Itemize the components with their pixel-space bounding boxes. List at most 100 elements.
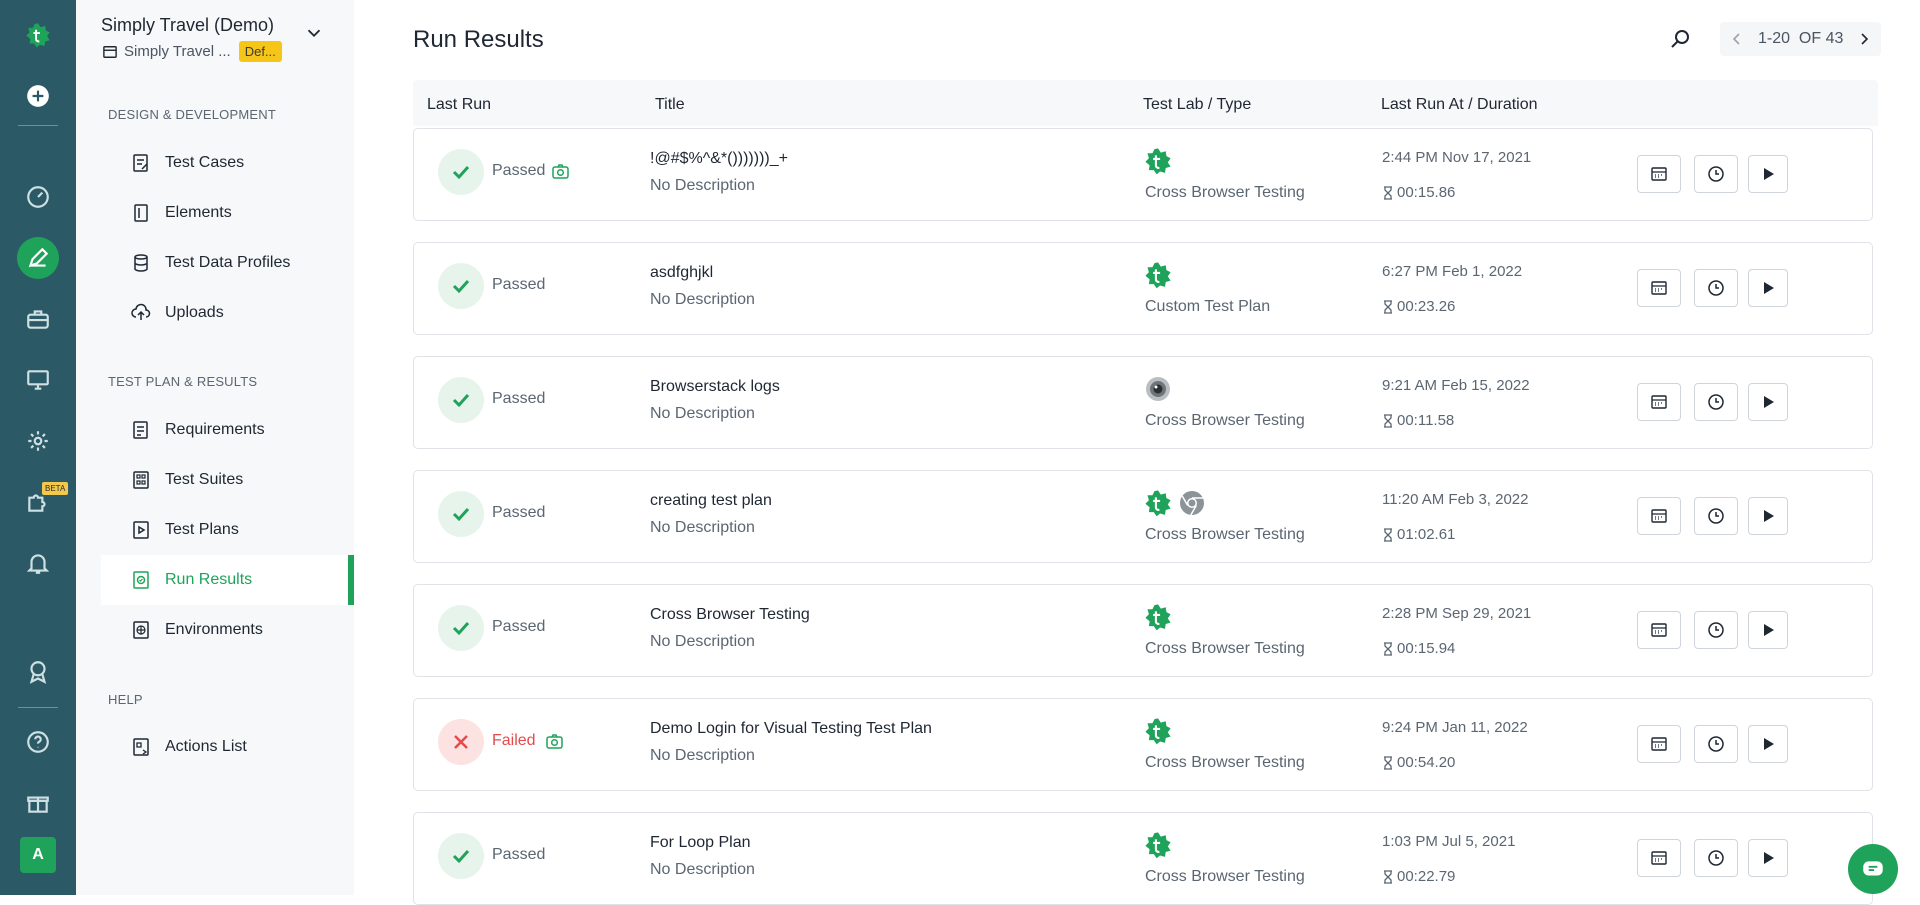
run-button[interactable]	[1748, 611, 1788, 649]
test-suites-icon	[133, 471, 149, 489]
run-button[interactable]	[1748, 725, 1788, 763]
report-icon	[1651, 737, 1667, 751]
view-report-button[interactable]	[1637, 155, 1681, 193]
schedule-button[interactable]	[1694, 611, 1738, 649]
view-report-button[interactable]	[1637, 269, 1681, 307]
chevron-right-icon[interactable]	[1857, 32, 1871, 46]
table-row[interactable]: Passed Browserstack logs No Description …	[413, 356, 1873, 449]
workspace-name[interactable]: Simply Travel (Demo)	[101, 15, 274, 36]
report-icon	[1651, 281, 1667, 295]
passed-check-icon	[438, 263, 484, 309]
status-label: Passed	[492, 162, 546, 179]
user-avatar[interactable]: A	[20, 837, 56, 873]
run-button[interactable]	[1748, 497, 1788, 535]
duration-value: 00:22.79	[1397, 868, 1456, 885]
table-row[interactable]: Passed creating test plan No Description…	[413, 470, 1873, 563]
screenshot-camera-icon[interactable]	[546, 734, 563, 749]
addons-puzzle-icon[interactable]: BETA	[0, 480, 76, 524]
table-row[interactable]: Passed !@#$%^&*()))))))_+ No Description…	[413, 128, 1873, 221]
test-lab-icons	[1144, 831, 1172, 859]
chevron-down-icon[interactable]	[303, 22, 325, 44]
nav-item-test-plans[interactable]: Test Plans	[101, 505, 354, 555]
nav-item-elements[interactable]: Elements	[101, 188, 354, 238]
passed-check-icon	[438, 377, 484, 423]
schedule-button[interactable]	[1694, 725, 1738, 763]
view-report-button[interactable]	[1637, 611, 1681, 649]
last-run-at: 1:03 PM Jul 5, 2021	[1382, 833, 1516, 850]
run-title[interactable]: creating test plan	[650, 492, 772, 510]
last-run-at: 6:27 PM Feb 1, 2022	[1382, 263, 1523, 280]
develop-icon[interactable]	[0, 236, 76, 280]
nav-label: Test Cases	[165, 154, 245, 171]
duration-value: 00:15.94	[1397, 640, 1456, 657]
nav-item-environments[interactable]: Environments	[101, 605, 354, 655]
nav-item-test-suites[interactable]: Test Suites	[101, 455, 354, 505]
run-button[interactable]	[1748, 383, 1788, 421]
briefcase-icon[interactable]	[0, 297, 76, 341]
nav-item-run-results[interactable]: Run Results	[101, 555, 354, 605]
duration-value: 00:54.20	[1397, 754, 1456, 771]
view-report-button[interactable]	[1637, 383, 1681, 421]
schedule-button[interactable]	[1694, 839, 1738, 877]
play-icon	[1764, 168, 1774, 180]
table-row[interactable]: Passed Cross Browser Testing No Descript…	[413, 584, 1873, 677]
report-icon	[1651, 509, 1667, 523]
schedule-button[interactable]	[1694, 497, 1738, 535]
notifications-bell-icon[interactable]	[0, 541, 76, 585]
rail-divider	[18, 125, 58, 126]
nav-item-requirements[interactable]: Requirements	[101, 405, 354, 455]
table-row[interactable]: Passed asdfghjkl No Description Custom T…	[413, 242, 1873, 335]
nav-item-actions-list[interactable]: Actions List	[101, 722, 354, 772]
duration: 00:15.86	[1382, 184, 1455, 201]
play-icon	[1764, 624, 1774, 636]
schedule-button[interactable]	[1694, 269, 1738, 307]
duration-value: 00:11.58	[1397, 412, 1455, 429]
screenshot-camera-icon[interactable]	[552, 164, 569, 179]
settings-gear-icon[interactable]	[0, 419, 76, 463]
view-report-button[interactable]	[1637, 497, 1681, 535]
gift-icon[interactable]	[0, 781, 76, 825]
run-title[interactable]: For Loop Plan	[650, 834, 751, 852]
nav-item-test-data-profiles[interactable]: Test Data Profiles	[101, 238, 354, 288]
dashboard-icon[interactable]	[0, 175, 76, 219]
run-button[interactable]	[1748, 155, 1788, 193]
chevron-left-icon[interactable]	[1730, 32, 1744, 46]
status-label: Passed	[492, 276, 546, 293]
workspace-app[interactable]: Simply Travel ... Def...	[103, 41, 282, 62]
run-title[interactable]: Demo Login for Visual Testing Test Plan	[650, 720, 932, 738]
add-icon[interactable]	[0, 74, 76, 118]
run-button[interactable]	[1748, 839, 1788, 877]
run-button[interactable]	[1748, 269, 1788, 307]
chrome-icon	[1180, 491, 1204, 516]
page-of-label: OF	[1798, 30, 1822, 47]
nav-label: Actions List	[165, 738, 247, 755]
help-icon[interactable]	[0, 720, 76, 764]
view-report-button[interactable]	[1637, 839, 1681, 877]
run-title[interactable]: !@#$%^&*()))))))_+	[650, 150, 788, 168]
table-row[interactable]: Failed Demo Login for Visual Testing Tes…	[413, 698, 1873, 791]
table-row[interactable]: Passed For Loop Plan No Description Cros…	[413, 812, 1873, 905]
rewards-badge-icon[interactable]	[0, 650, 76, 694]
view-report-button[interactable]	[1637, 725, 1681, 763]
testsigma-logo-icon[interactable]	[0, 12, 76, 58]
test-type: Custom Test Plan	[1145, 298, 1271, 315]
chat-support-button[interactable]	[1848, 844, 1898, 894]
test-lab-icons	[1144, 375, 1172, 403]
hourglass-icon	[1384, 755, 1392, 770]
run-title[interactable]: Browserstack logs	[650, 378, 780, 396]
passed-check-icon	[438, 605, 484, 651]
run-description: No Description	[650, 291, 755, 308]
nav-item-uploads[interactable]: Uploads	[101, 288, 354, 338]
schedule-button[interactable]	[1694, 155, 1738, 193]
schedule-button[interactable]	[1694, 383, 1738, 421]
passed-check-icon	[438, 149, 484, 195]
run-title[interactable]: Cross Browser Testing	[650, 606, 810, 624]
play-icon	[1764, 738, 1774, 750]
run-title[interactable]: asdfghjkl	[650, 264, 713, 282]
nav-item-test-cases[interactable]: Test Cases	[101, 138, 354, 188]
clock-icon	[1708, 280, 1724, 296]
monitor-icon[interactable]	[0, 358, 76, 402]
search-icon[interactable]	[1667, 26, 1693, 52]
report-icon	[1651, 167, 1667, 181]
play-icon	[1764, 510, 1774, 522]
